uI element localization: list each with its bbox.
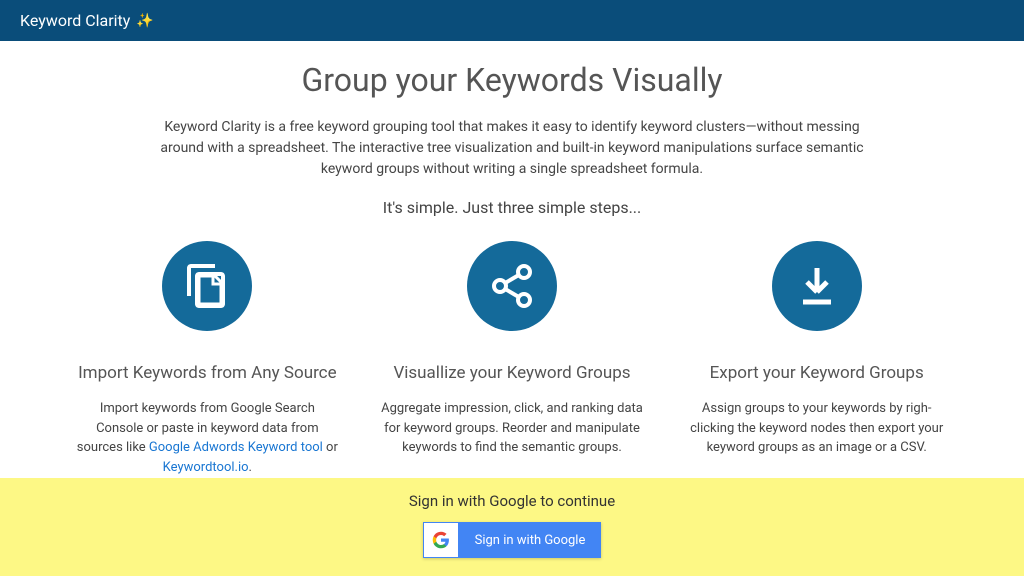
share-icon (467, 241, 557, 331)
link-keywordtool[interactable]: Keywordtool.io (163, 460, 249, 475)
brand-name: Keyword Clarity (20, 11, 130, 30)
signin-label: Sign in with Google to continue (0, 492, 1024, 510)
google-signin-button[interactable]: Sign in with Google (423, 522, 602, 558)
step-import-desc: Import keywords from Google Search Conso… (70, 399, 345, 477)
step-export-desc: Assign groups to your keywords by righ-c… (679, 399, 954, 458)
step-visualize-desc: Aggregate impression, click, and ranking… (375, 399, 650, 458)
signin-bar: Sign in with Google to continue Sign in … (0, 478, 1024, 576)
google-icon (424, 523, 458, 557)
link-adwords[interactable]: Google Adwords Keyword tool (149, 440, 323, 455)
step-import: Import Keywords from Any Source Import k… (70, 241, 345, 477)
download-icon (772, 241, 862, 331)
page-description: Keyword Clarity is a free keyword groupi… (152, 117, 872, 180)
header-bar: Keyword Clarity ✨ (0, 0, 1024, 41)
step-visualize: Visuallize your Keyword Groups Aggregate… (375, 241, 650, 477)
step-export-title: Export your Keyword Groups (679, 363, 954, 383)
copy-icon (162, 241, 252, 331)
google-button-label: Sign in with Google (459, 533, 602, 548)
sparkle-icon: ✨ (136, 13, 153, 29)
page-title: Group your Keywords Visually (70, 61, 954, 99)
page-subtitle: It's simple. Just three simple steps... (70, 198, 954, 217)
step-export: Export your Keyword Groups Assign groups… (679, 241, 954, 477)
main-content: Group your Keywords Visually Keyword Cla… (0, 41, 1024, 477)
steps-container: Import Keywords from Any Source Import k… (70, 241, 954, 477)
step-visualize-title: Visuallize your Keyword Groups (375, 363, 650, 383)
step-import-title: Import Keywords from Any Source (70, 363, 345, 383)
